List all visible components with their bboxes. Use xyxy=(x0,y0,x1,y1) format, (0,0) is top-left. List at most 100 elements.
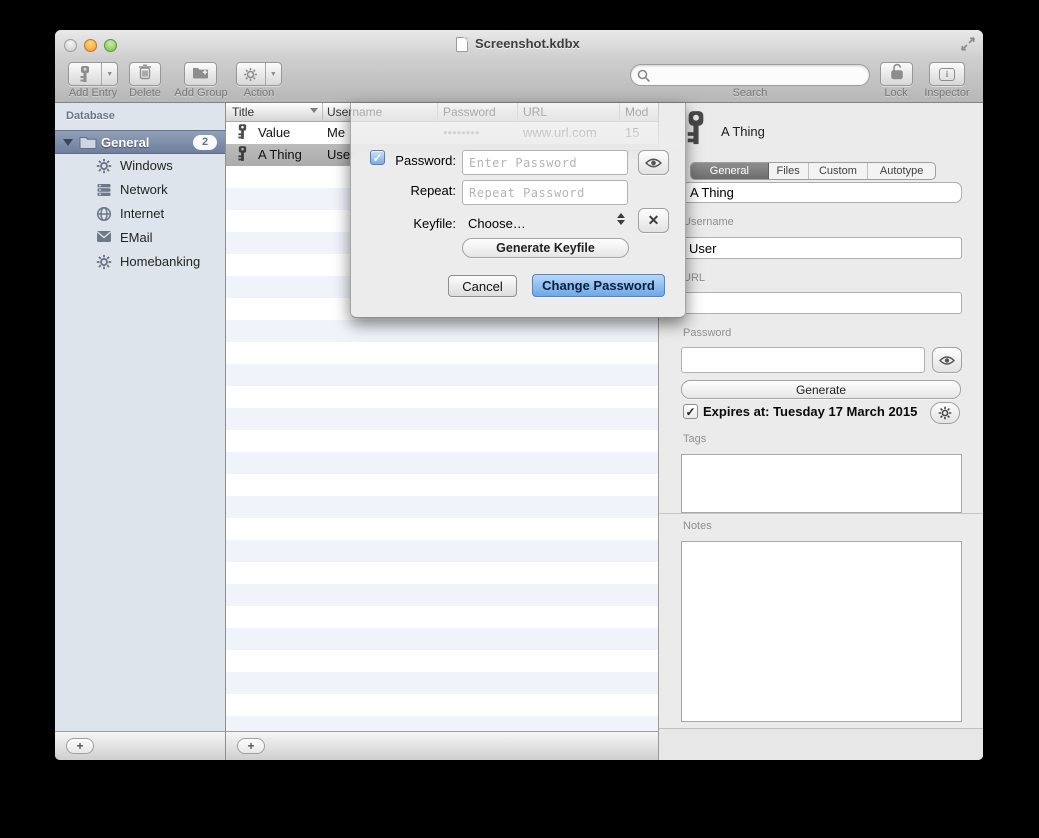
section-divider xyxy=(659,513,983,514)
fullscreen-icon[interactable] xyxy=(959,35,977,53)
popup-stepper-icon[interactable] xyxy=(617,213,625,225)
tab-autotype[interactable]: Autotype xyxy=(868,163,935,179)
inspector-bottom-bar xyxy=(659,728,983,760)
action-label: Action xyxy=(229,87,289,99)
title-field[interactable] xyxy=(681,182,962,203)
entry-count-badge: 2 xyxy=(193,135,217,150)
inspector-tabbar: General Files Custom Autotype xyxy=(690,162,936,180)
cell-title: Value xyxy=(258,125,290,140)
sidebar-section-header: Database xyxy=(66,110,115,122)
folder-icon xyxy=(79,135,97,154)
expires-settings-button[interactable] xyxy=(930,402,960,424)
info-icon: i xyxy=(939,68,955,81)
gear-icon xyxy=(96,158,112,174)
change-password-sheet: ✓ Password: Repeat: Keyfile: Choose… ✕ G… xyxy=(350,103,686,318)
gear-icon xyxy=(237,63,265,85)
close-button[interactable] xyxy=(64,39,77,52)
username-field[interactable] xyxy=(681,237,962,259)
repeat-password-input[interactable] xyxy=(462,180,628,205)
dialog-password-label: Password: xyxy=(385,153,456,168)
inspector-panel: A Thing General Files Custom Autotype Us… xyxy=(659,103,983,760)
password-label: Password xyxy=(683,327,731,339)
column-header-title[interactable]: Title xyxy=(232,105,254,119)
expires-checkbox[interactable]: ✓ xyxy=(683,404,698,419)
add-group-plus-button[interactable]: + xyxy=(66,738,94,754)
disclosure-triangle-icon[interactable] xyxy=(63,139,73,146)
inspector-button[interactable]: i xyxy=(929,62,965,86)
add-entry-plus-button[interactable]: + xyxy=(237,738,265,754)
sidebar-item-label: EMail xyxy=(120,230,153,245)
url-label: URL xyxy=(683,272,705,284)
eye-icon xyxy=(939,355,955,366)
enter-password-input[interactable] xyxy=(462,150,628,175)
sidebar-group-general[interactable]: General 2 xyxy=(55,130,225,154)
toolbar: ▼ Add Entry Delete xyxy=(55,58,983,103)
window-title: Screenshot.kdbx xyxy=(475,36,580,51)
sidebar-item-email[interactable]: EMail xyxy=(55,226,225,250)
minimize-button[interactable] xyxy=(84,39,97,52)
search-input[interactable] xyxy=(655,66,860,84)
sidebar-item-windows[interactable]: Windows xyxy=(55,154,225,178)
document-icon xyxy=(456,37,468,52)
sidebar-group-label: General xyxy=(101,135,149,150)
action-button[interactable]: ▼ xyxy=(236,62,282,86)
key-icon xyxy=(237,146,248,165)
envelope-icon xyxy=(96,230,112,246)
reveal-password-button[interactable] xyxy=(638,150,669,175)
url-field[interactable] xyxy=(681,292,962,314)
add-entry-button[interactable]: ▼ xyxy=(68,62,118,86)
sidebar: Database General 2 Windows xyxy=(55,103,225,731)
change-password-button[interactable]: Change Password xyxy=(532,274,665,297)
tab-custom[interactable]: Custom xyxy=(809,163,869,179)
sidebar-divider[interactable] xyxy=(225,103,226,760)
eye-icon xyxy=(645,157,662,169)
key-icon xyxy=(237,124,248,143)
sidebar-item-internet[interactable]: Internet xyxy=(55,202,225,226)
sidebar-item-homebanking[interactable]: Homebanking xyxy=(55,250,225,274)
notes-label: Notes xyxy=(683,520,712,532)
chevron-down-icon[interactable]: ▼ xyxy=(102,63,117,85)
show-password-button[interactable] xyxy=(932,347,962,373)
password-field[interactable] xyxy=(681,347,925,373)
key-icon xyxy=(685,110,707,152)
username-label: Username xyxy=(683,216,734,228)
sidebar-bottom-bar: + xyxy=(55,731,225,760)
inspector-entry-title: A Thing xyxy=(721,124,765,139)
expires-label: Expires at: Tuesday 17 March 2015 xyxy=(703,404,917,419)
cancel-button[interactable]: Cancel xyxy=(448,275,517,297)
key-icon xyxy=(69,63,101,85)
notes-input[interactable] xyxy=(681,541,962,722)
table-bottom-bar: + xyxy=(226,731,658,760)
tags-input[interactable] xyxy=(681,454,962,513)
sidebar-item-label: Internet xyxy=(120,206,164,221)
search-field[interactable] xyxy=(630,64,870,86)
chevron-down-icon[interactable]: ▼ xyxy=(266,63,281,85)
close-x-icon: ✕ xyxy=(648,212,660,229)
generate-keyfile-button[interactable]: Generate Keyfile xyxy=(462,238,629,258)
tab-general[interactable]: General xyxy=(691,163,769,179)
add-group-button[interactable] xyxy=(184,62,217,86)
dialog-keyfile-label: Keyfile: xyxy=(385,216,456,231)
app-window: Screenshot.kdbx ▼ Add Entry xyxy=(55,30,983,760)
cell-username: Me xyxy=(327,125,345,140)
lock-button[interactable] xyxy=(880,62,913,86)
zoom-button[interactable] xyxy=(104,39,117,52)
generate-button[interactable]: Generate xyxy=(681,380,961,399)
lock-open-icon xyxy=(889,63,905,85)
keyfile-popup[interactable]: Choose… xyxy=(468,216,526,231)
search-label: Search xyxy=(710,87,790,99)
sort-descending-icon xyxy=(310,108,318,113)
tags-label: Tags xyxy=(683,433,706,445)
add-group-label: Add Group xyxy=(165,87,237,99)
clear-keyfile-button[interactable]: ✕ xyxy=(638,208,669,233)
title-bar[interactable]: Screenshot.kdbx xyxy=(55,30,983,58)
server-icon xyxy=(96,182,112,198)
column-divider[interactable] xyxy=(322,103,323,122)
delete-button[interactable] xyxy=(129,62,161,86)
desktop-background: Screenshot.kdbx ▼ Add Entry xyxy=(0,0,1039,838)
sidebar-item-network[interactable]: Network xyxy=(55,178,225,202)
gear-icon xyxy=(96,254,112,270)
sidebar-item-label: Windows xyxy=(120,158,173,173)
password-checkbox[interactable]: ✓ xyxy=(370,150,385,165)
tab-files[interactable]: Files xyxy=(769,163,809,179)
